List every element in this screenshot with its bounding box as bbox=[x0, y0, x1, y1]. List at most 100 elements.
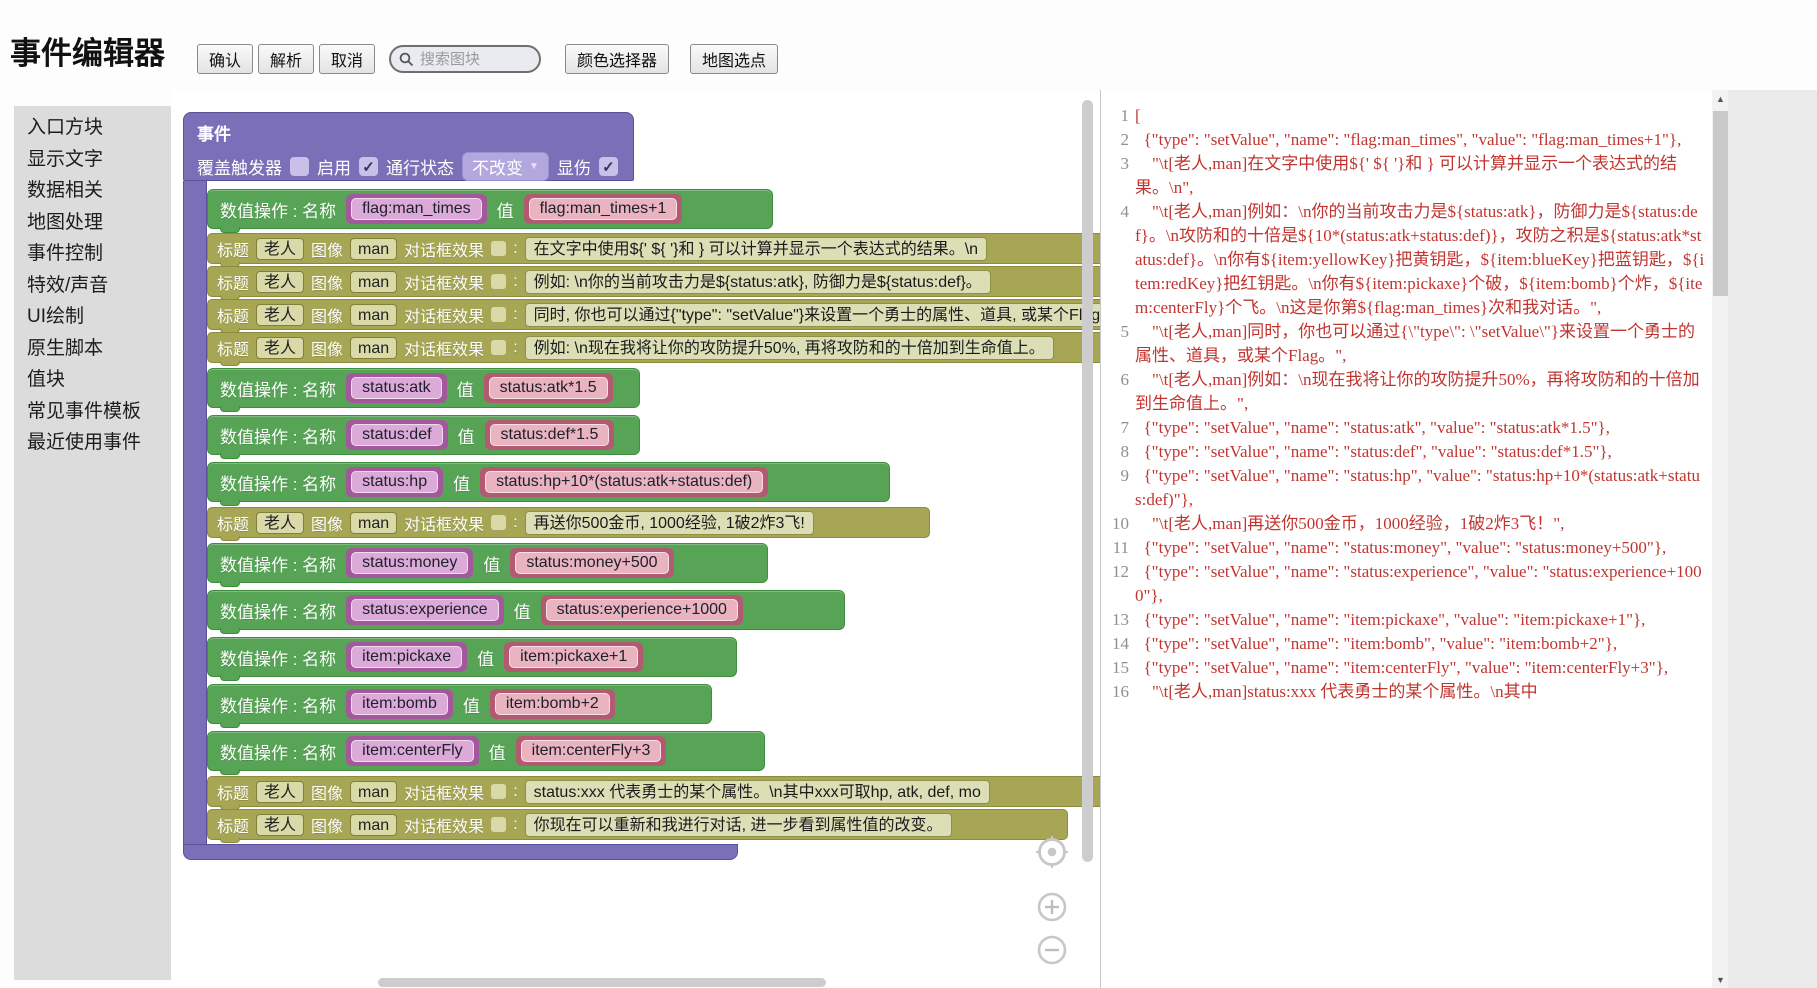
code-line: 1[ bbox=[1101, 104, 1712, 128]
value-field[interactable]: status:atk*1.5 bbox=[489, 377, 608, 399]
value-field[interactable]: item:pickaxe+1 bbox=[509, 646, 638, 668]
block-row[interactable]: 数值操作 : 名称status:money值status:money+500 bbox=[207, 543, 768, 583]
parse-button[interactable]: 解析 bbox=[258, 44, 314, 74]
dialog-text-field[interactable]: 例如: \n现在我将让你的攻防提升50%, 再将攻防和的十倍加到生命值上。 bbox=[525, 336, 1054, 360]
cancel-button[interactable]: 取消 bbox=[319, 44, 375, 74]
color-picker-button[interactable]: 颜色选择器 bbox=[565, 44, 669, 74]
dialog-effect-checkbox[interactable] bbox=[491, 307, 506, 322]
title-field[interactable]: 老人 bbox=[256, 781, 304, 803]
search-input[interactable] bbox=[418, 50, 528, 69]
block-row[interactable]: 标题老人图像man对话框效果:再送你500金币, 1000经验, 1破2炸3飞! bbox=[207, 507, 930, 538]
block-row[interactable]: 标题老人图像man对话框效果:你现在可以重新和我进行对话, 进一步看到属性值的改… bbox=[207, 809, 1068, 840]
sidebar-item[interactable]: UI绘制 bbox=[27, 301, 171, 333]
name-field[interactable]: status:experience bbox=[351, 599, 498, 621]
workspace-vertical-scrollbar[interactable] bbox=[1082, 100, 1093, 862]
sidebar-item[interactable]: 最近使用事件 bbox=[27, 427, 171, 459]
dialog-text-field[interactable]: status:xxx 代表勇士的某个属性。\n其中xxx可取hp, atk, d… bbox=[525, 780, 990, 804]
name-field[interactable]: item:bomb bbox=[351, 693, 448, 715]
sidebar-item[interactable]: 常见事件模板 bbox=[27, 396, 171, 428]
sidebar-item[interactable]: 数据相关 bbox=[27, 175, 171, 207]
workspace-horizontal-scrollbar[interactable] bbox=[378, 978, 826, 987]
display-damage-checkbox[interactable]: ✓ bbox=[599, 157, 618, 176]
title-field[interactable]: 老人 bbox=[256, 337, 304, 359]
block-row[interactable]: 标题老人图像man对话框效果:在文字中使用${' ${ '}和 } 可以计算并显… bbox=[207, 233, 1100, 264]
map-pick-button[interactable]: 地图选点 bbox=[690, 44, 778, 74]
dialog-text-field[interactable]: 在文字中使用${' ${ '}和 } 可以计算并显示一个表达式的结果。\n bbox=[525, 237, 987, 261]
image-field[interactable]: man bbox=[350, 271, 397, 293]
sidebar-item[interactable]: 事件控制 bbox=[27, 238, 171, 270]
dialog-effect-checkbox[interactable] bbox=[491, 784, 506, 799]
block-row[interactable]: 数值操作 : 名称item:pickaxe值item:pickaxe+1 bbox=[207, 637, 737, 677]
name-field[interactable]: status:def bbox=[351, 424, 442, 446]
sidebar-item[interactable]: 显示文字 bbox=[27, 144, 171, 176]
pass-state-dropdown[interactable]: 不改变 ▼ bbox=[462, 152, 549, 181]
dialog-effect-checkbox[interactable] bbox=[491, 340, 506, 355]
image-field[interactable]: man bbox=[350, 512, 397, 534]
block-row[interactable]: 标题老人图像man对话框效果:status:xxx 代表勇士的某个属性。\n其中… bbox=[207, 776, 1100, 807]
block-row[interactable]: 标题老人图像man对话框效果:例如: \n你的当前攻击力是${status:at… bbox=[207, 266, 1100, 297]
name-field[interactable]: status:atk bbox=[351, 377, 441, 399]
name-slot: status:atk bbox=[346, 373, 446, 403]
block-row[interactable]: 数值操作 : 名称item:centerFly值item:centerFly+3 bbox=[207, 731, 765, 771]
block-row[interactable]: 数值操作 : 名称item:bomb值item:bomb+2 bbox=[207, 684, 712, 724]
value-field[interactable]: item:centerFly+3 bbox=[521, 740, 662, 762]
zoom-reset-target-icon[interactable] bbox=[1035, 835, 1069, 869]
name-field[interactable]: flag:man_times bbox=[351, 198, 482, 220]
title-field[interactable]: 老人 bbox=[256, 304, 304, 326]
code-editor[interactable]: 1[2 {"type": "setValue", "name": "flag:m… bbox=[1100, 90, 1728, 988]
code-scrollbar-thumb[interactable] bbox=[1713, 111, 1728, 296]
value-field[interactable]: status:hp+10*(status:atk+status:def) bbox=[485, 471, 763, 493]
image-field[interactable]: man bbox=[350, 337, 397, 359]
image-field[interactable]: man bbox=[350, 304, 397, 326]
block-row[interactable]: 标题老人图像man对话框效果:同时, 你也可以通过{"type": "setVa… bbox=[207, 299, 1100, 330]
value-slot: item:bomb+2 bbox=[490, 689, 615, 719]
value-field[interactable]: status:money+500 bbox=[515, 552, 668, 574]
block-row[interactable]: 数值操作 : 名称status:experience值status:experi… bbox=[207, 590, 845, 630]
image-field[interactable]: man bbox=[350, 781, 397, 803]
sidebar-item[interactable]: 特效/声音 bbox=[27, 270, 171, 302]
name-field[interactable]: item:centerFly bbox=[351, 740, 473, 762]
zoom-out-icon[interactable] bbox=[1035, 933, 1069, 967]
sidebar-item[interactable]: 原生脚本 bbox=[27, 333, 171, 365]
name-field[interactable]: status:money bbox=[351, 552, 468, 574]
sidebar-item[interactable]: 地图处理 bbox=[27, 207, 171, 239]
dialog-text-field[interactable]: 同时, 你也可以通过{"type": "setValue"}来设置一个勇士的属性… bbox=[525, 303, 1100, 327]
search-icon bbox=[399, 52, 414, 67]
override-trigger-checkbox[interactable] bbox=[290, 157, 309, 176]
title-field[interactable]: 老人 bbox=[256, 814, 304, 836]
sidebar-item[interactable]: 入口方块 bbox=[27, 112, 171, 144]
dialog-text-field[interactable]: 再送你500金币, 1000经验, 1破2炸3飞! bbox=[525, 511, 814, 535]
image-field[interactable]: man bbox=[350, 814, 397, 836]
block-row[interactable]: 数值操作 : 名称status:def值status:def*1.5 bbox=[207, 415, 640, 455]
dialog-text-field[interactable]: 例如: \n你的当前攻击力是${status:atk}, 防御力是${statu… bbox=[525, 270, 991, 294]
name-field[interactable]: status:hp bbox=[351, 471, 438, 493]
dialog-effect-checkbox[interactable] bbox=[491, 241, 506, 256]
title-field[interactable]: 老人 bbox=[256, 512, 304, 534]
dialog-effect-checkbox[interactable] bbox=[491, 515, 506, 530]
dialog-effect-checkbox[interactable] bbox=[491, 817, 506, 832]
scroll-down-button[interactable]: ▼ bbox=[1712, 971, 1728, 988]
confirm-button[interactable]: 确认 bbox=[197, 44, 253, 74]
value-field[interactable]: status:def*1.5 bbox=[490, 424, 610, 446]
scroll-up-button[interactable]: ▲ bbox=[1712, 90, 1728, 107]
search-box[interactable] bbox=[389, 45, 541, 73]
name-field[interactable]: item:pickaxe bbox=[351, 646, 462, 668]
block-row[interactable]: 数值操作 : 名称status:atk值status:atk*1.5 bbox=[207, 368, 640, 408]
event-block-header[interactable]: 事件 覆盖触发器 启用 ✓ 通行状态 不改变 ▼ 显伤 ✓ bbox=[183, 112, 634, 181]
dialog-text-field[interactable]: 你现在可以重新和我进行对话, 进一步看到属性值的改变。 bbox=[525, 813, 952, 837]
zoom-in-icon[interactable] bbox=[1035, 890, 1069, 924]
block-row[interactable]: 标题老人图像man对话框效果:例如: \n现在我将让你的攻防提升50%, 再将攻… bbox=[207, 332, 1100, 363]
title-field[interactable]: 老人 bbox=[256, 271, 304, 293]
value-field[interactable]: flag:man_times+1 bbox=[529, 198, 678, 220]
value-field[interactable]: status:experience+1000 bbox=[546, 599, 738, 621]
title-field[interactable]: 老人 bbox=[256, 238, 304, 260]
value-field[interactable]: item:bomb+2 bbox=[495, 693, 610, 715]
image-label: 图像 bbox=[311, 511, 343, 535]
sidebar-item[interactable]: 值块 bbox=[27, 364, 171, 396]
enabled-checkbox[interactable]: ✓ bbox=[359, 157, 378, 176]
block-row[interactable]: 数值操作 : 名称status:hp值status:hp+10*(status:… bbox=[207, 462, 890, 502]
image-field[interactable]: man bbox=[350, 238, 397, 260]
block-row[interactable]: 数值操作 : 名称flag:man_times值flag:man_times+1 bbox=[207, 189, 773, 229]
dialog-effect-checkbox[interactable] bbox=[491, 274, 506, 289]
blockly-workspace[interactable]: 事件 覆盖触发器 启用 ✓ 通行状态 不改变 ▼ 显伤 ✓ 数值操作 : 名称f… bbox=[171, 90, 1100, 988]
